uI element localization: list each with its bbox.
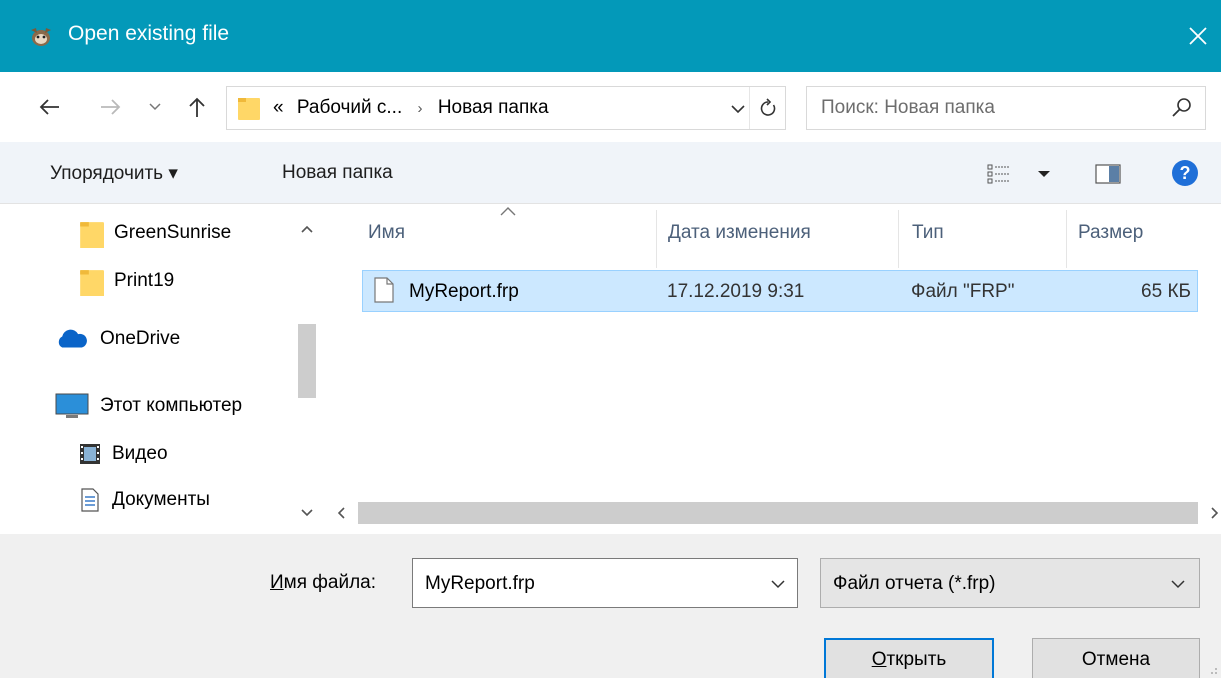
address-bar[interactable]: « Рабочий с... › Новая папка <box>226 86 786 130</box>
sidebar-item-label: Print19 <box>114 270 175 291</box>
sort-ascending-icon <box>500 207 516 216</box>
title-bar: Open existing file <box>0 0 1221 72</box>
sidebar-item-label: GreenSunrise <box>114 222 232 243</box>
sidebar-item-label: Документы <box>112 489 210 510</box>
file-type: Файл "FRP" <box>911 281 1015 302</box>
search-field[interactable]: Поиск: Новая папка <box>806 86 1206 130</box>
sidebar-item-this-pc[interactable]: Этот компьютер <box>54 392 242 420</box>
table-row[interactable]: MyReport.frp 17.12.2019 9:31 Файл "FRP" … <box>362 270 1198 312</box>
sidebar-item-label: Видео <box>112 443 168 464</box>
open-button[interactable]: Открыть <box>824 638 994 678</box>
chevron-down-icon <box>149 103 161 111</box>
column-header-name-label[interactable]: Имя <box>368 222 405 244</box>
column-divider[interactable] <box>898 210 899 268</box>
breadcrumb-prefix[interactable]: « <box>273 97 284 118</box>
file-list: Имя Дата изменения Тип Размер MyReport.f… <box>322 204 1221 534</box>
window-title: Open existing file <box>68 22 230 45</box>
sidebar-item-greensunrise[interactable]: GreenSunrise <box>78 218 231 248</box>
recent-locations-button[interactable] <box>140 92 170 122</box>
folder-icon <box>80 222 104 248</box>
chevron-left-icon <box>337 507 345 519</box>
column-header-type[interactable]: Тип <box>912 222 944 244</box>
organize-button[interactable]: Упорядочить ▾ <box>50 162 178 185</box>
scroll-thumb[interactable] <box>358 502 1198 524</box>
new-folder-button[interactable]: Новая папка <box>282 162 393 184</box>
arrow-left-icon <box>39 99 59 115</box>
documents-icon <box>81 488 99 512</box>
refresh-button[interactable] <box>749 87 785 129</box>
scroll-left-button[interactable] <box>330 500 352 526</box>
breadcrumb-item-new-folder[interactable]: Новая папка <box>438 97 549 118</box>
resize-grip-icon[interactable] <box>1205 662 1219 676</box>
sidebar-scrollbar[interactable] <box>292 204 322 534</box>
close-icon <box>1189 27 1207 45</box>
arrow-up-icon <box>189 97 205 117</box>
app-icon <box>31 28 51 46</box>
dialog-footer: Имя файла: MyReport.frp Файл отчета (*.f… <box>0 534 1221 678</box>
column-header-date[interactable]: Дата изменения <box>668 222 811 244</box>
forward-button[interactable] <box>96 92 126 122</box>
cloud-icon <box>58 329 87 348</box>
chevron-down-icon <box>1171 580 1185 589</box>
cancel-button[interactable]: Отмена <box>1032 638 1200 678</box>
sidebar-item-documents[interactable]: Документы <box>78 488 210 512</box>
scroll-down-button[interactable] <box>296 502 318 524</box>
chevron-down-icon[interactable] <box>769 575 787 593</box>
folder-icon <box>238 98 260 120</box>
column-divider[interactable] <box>1066 210 1067 268</box>
chevron-down-icon <box>301 509 313 517</box>
filename-field[interactable]: MyReport.frp <box>412 558 798 608</box>
file-icon <box>374 277 394 303</box>
sidebar-item-print19[interactable]: Print19 <box>78 266 174 296</box>
chevron-down-icon <box>731 104 745 113</box>
filename-value[interactable]: MyReport.frp <box>425 573 535 595</box>
filetype-select[interactable]: Файл отчета (*.frp) <box>820 558 1200 608</box>
command-toolbar: Упорядочить ▾ Новая папка ? <box>0 142 1221 204</box>
video-icon <box>80 444 100 464</box>
chevron-up-icon <box>301 225 313 233</box>
breadcrumb-separator[interactable]: › <box>408 100 433 117</box>
folder-icon <box>80 270 104 296</box>
view-options-icon[interactable] <box>986 162 1056 186</box>
navigation-pane: GreenSunrise Print19 OneDrive Этот компь… <box>0 204 292 534</box>
back-button[interactable] <box>34 92 64 122</box>
sidebar-item-label: OneDrive <box>100 328 181 349</box>
up-button[interactable] <box>182 92 212 122</box>
file-name: MyReport.frp <box>409 281 519 302</box>
breadcrumb-item-desktop[interactable]: Рабочий с... <box>289 97 402 118</box>
sidebar-item-onedrive[interactable]: OneDrive <box>54 328 180 350</box>
arrow-right-icon <box>101 99 121 115</box>
refresh-icon <box>760 98 775 116</box>
file-date: 17.12.2019 9:31 <box>667 281 805 302</box>
column-divider[interactable] <box>656 210 657 268</box>
file-size: 65 КБ <box>1141 281 1191 302</box>
filetype-value: Файл отчета (*.frp) <box>833 573 996 594</box>
sidebar-item-label: Этот компьютер <box>100 395 243 416</box>
scroll-thumb[interactable] <box>298 324 316 398</box>
preview-pane-icon[interactable] <box>1094 162 1124 186</box>
scroll-right-button[interactable] <box>1204 500 1221 526</box>
scroll-up-button[interactable] <box>296 218 318 240</box>
help-button[interactable]: ? <box>1172 160 1198 186</box>
address-dropdown[interactable] <box>727 97 749 121</box>
sidebar-item-video[interactable]: Видео <box>78 442 168 466</box>
computer-icon <box>55 393 89 418</box>
search-placeholder: Поиск: Новая папка <box>821 97 995 118</box>
breadcrumb: « Рабочий с... › Новая папка <box>273 97 549 119</box>
chevron-right-icon <box>1211 507 1219 519</box>
filename-label: Имя файла: <box>270 572 377 593</box>
column-header-size[interactable]: Размер <box>1078 222 1143 244</box>
search-icon[interactable] <box>1171 97 1193 119</box>
file-list-hscrollbar[interactable] <box>322 494 1221 530</box>
close-button[interactable] <box>1175 0 1221 72</box>
